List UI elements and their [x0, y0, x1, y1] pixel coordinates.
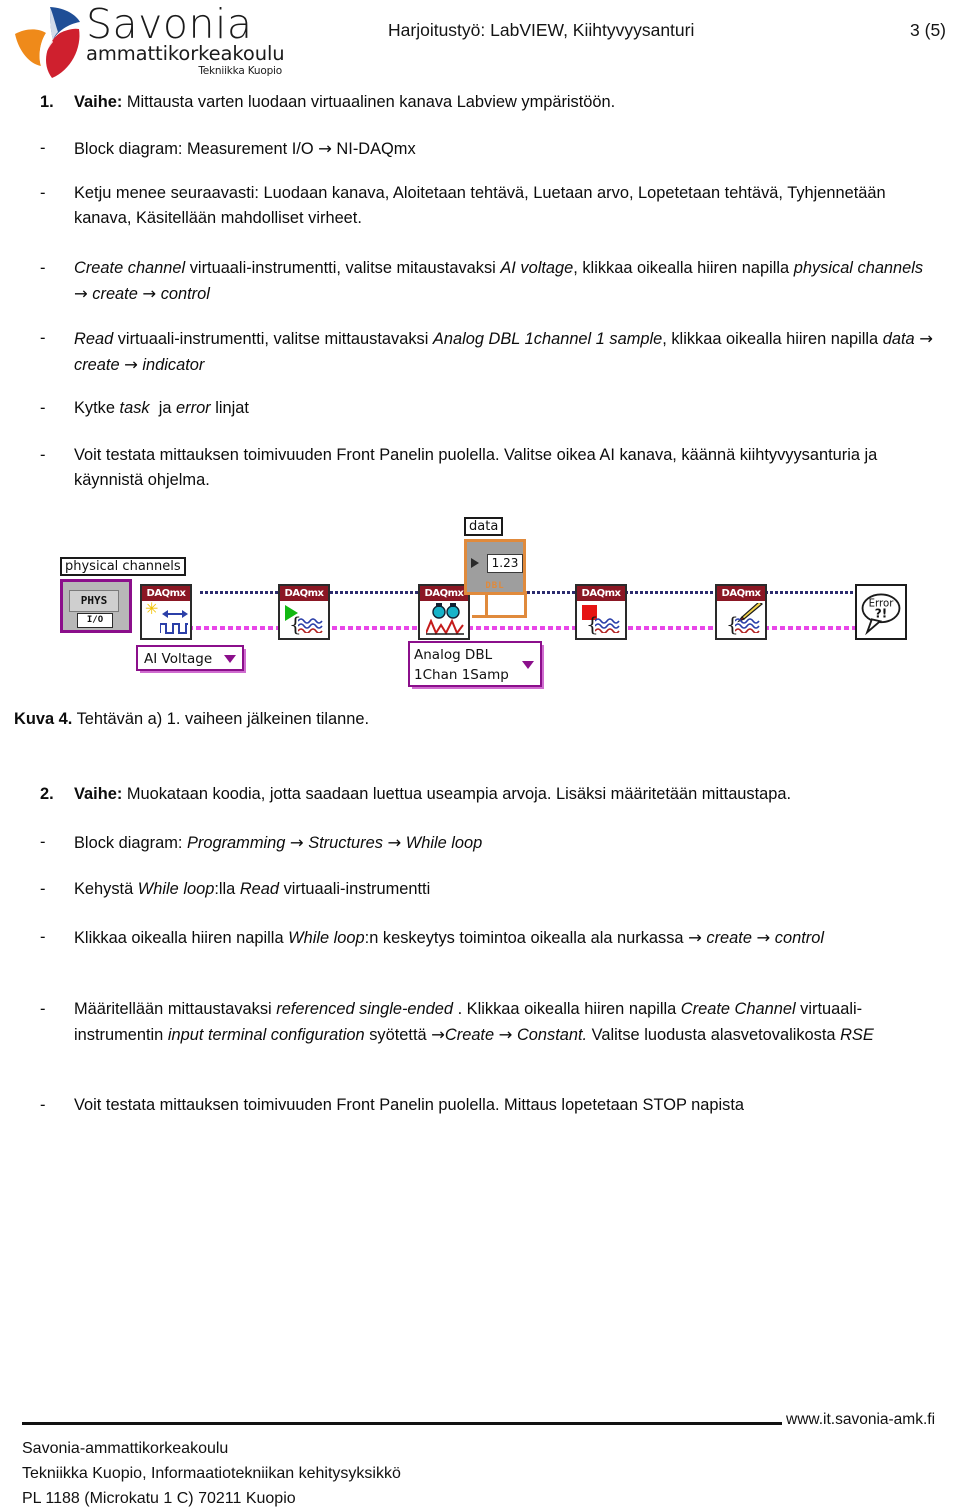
figure-caption-label: Kuva 4. — [14, 710, 73, 728]
section-1-text: Mittausta varten luodaan virtuaalinen ka… — [122, 93, 616, 111]
daqmx-read-node[interactable]: DAQmx — [418, 584, 470, 640]
sine-wave-icon — [298, 618, 323, 633]
ai-voltage-enum[interactable]: AI Voltage — [136, 645, 244, 671]
page-header: Savonia ammattikorkeakoulu Tekniikka Kuo… — [0, 0, 960, 88]
physical-channels-control[interactable]: PHYS I/O — [60, 579, 132, 633]
page-number: 3 (5) — [910, 20, 946, 40]
logo-name: Savonia — [86, 0, 253, 48]
chevron-down-icon[interactable] — [522, 661, 534, 669]
bullet-1-5-text: Kytke task ja error linjat — [74, 399, 249, 417]
daqmx-clear-task-node[interactable]: DAQmx { — [715, 584, 767, 640]
data-label: data — [464, 517, 504, 536]
bullet-1-2-text: Ketju menee seuraavasti: Luodaan kanava,… — [74, 184, 886, 227]
data-wire — [472, 615, 527, 618]
section-2-text: Muokataan koodia, jotta saadaan luettua … — [122, 785, 792, 803]
document-title: Harjoitustyö: LabVIEW, Kiihtyvyysanturi — [388, 20, 695, 40]
daqmx-start-task-node[interactable]: DAQmx { — [278, 584, 330, 640]
bullet-2-5-text: Voit testata mittauksen toimivuuden Fron… — [74, 1096, 744, 1114]
bullet-1-1-text: Block diagram: Measurement I/O → NI-DAQm… — [74, 139, 416, 158]
error-wire — [148, 626, 888, 630]
double-arrow-icon — [162, 610, 188, 618]
square-wave-icon — [160, 623, 188, 634]
logo-subtitle: ammattikorkeakoulu — [86, 42, 285, 65]
bullet-dash-icon: - — [40, 139, 46, 157]
data-indicator[interactable]: 1.23 DBL — [464, 539, 526, 595]
figure-caption: Kuva 4. Tehtävän a) 1. vaiheen jälkeinen… — [14, 707, 369, 732]
sine-wave-icon — [735, 618, 760, 633]
bullet-2-1-text: Block diagram: Programming → Structures … — [74, 833, 483, 852]
bullet-1-3-text: Create channel virtuaali-instrumentti, v… — [74, 259, 924, 303]
bullet-2-2-text: Kehystä While loop:lla Read virtuaali-in… — [74, 880, 431, 898]
indicator-arrow-icon — [471, 558, 479, 568]
physical-channels-label: physical channels — [60, 557, 186, 576]
section-1-label: Vaihe: — [74, 93, 123, 111]
bullet-dash-icon: - — [40, 928, 46, 946]
bullet-2-4-text: Määritellään mittaustavaksi referenced s… — [74, 1000, 874, 1044]
error-handler-node[interactable]: Error ?! — [855, 584, 907, 640]
section-1-number: 1. — [40, 93, 54, 111]
waveform-icon — [426, 619, 464, 635]
figure-caption-text: Tehtävän a) 1. vaiheen jälkeinen tilanne… — [72, 710, 370, 728]
bullet-2-3-text: Klikkaa oikealla hiiren napilla While lo… — [74, 928, 824, 947]
daqmx-node-caption: DAQmx — [577, 586, 625, 601]
phys-terminal-value: PHYS — [69, 590, 119, 612]
chevron-down-icon[interactable] — [224, 655, 236, 663]
svg-text:?!: ?! — [875, 607, 887, 621]
binoculars-icon — [432, 603, 460, 619]
daqmx-node-caption: DAQmx — [420, 586, 468, 601]
bullet-dash-icon: - — [40, 1000, 46, 1018]
daqmx-node-caption: DAQmx — [280, 586, 328, 601]
footer-divider — [22, 1422, 782, 1425]
daqmx-node-caption: DAQmx — [717, 586, 765, 601]
analog-dbl-line-2: 1Chan 1Samp — [414, 667, 509, 683]
daqmx-node-caption: DAQmx — [142, 586, 190, 601]
phys-io-badge: I/O — [77, 613, 113, 628]
bullet-dash-icon: - — [40, 399, 46, 417]
sine-wave-icon — [595, 618, 620, 633]
data-indicator-type: DBL — [485, 581, 505, 591]
footer-url[interactable]: www.it.savonia-amk.fi — [786, 1411, 935, 1429]
daqmx-stop-task-node[interactable]: DAQmx { — [575, 584, 627, 640]
bullet-1-6-text: Voit testata mittauksen toimivuuden Fron… — [74, 446, 878, 489]
ai-voltage-label: AI Voltage — [144, 651, 213, 667]
analog-dbl-enum[interactable]: Analog DBL 1Chan 1Samp — [408, 641, 542, 687]
footer-address: Savonia-ammattikorkeakoulu Tekniikka Kuo… — [22, 1436, 401, 1511]
bullet-dash-icon: - — [40, 1096, 46, 1114]
data-wire — [485, 593, 488, 617]
footer-line-3: PL 1188 (Microkatu 1 C) 70211 Kuopio — [22, 1490, 296, 1507]
section-2-label: Vaihe: — [74, 785, 123, 803]
bullet-dash-icon: - — [40, 446, 46, 464]
bullet-dash-icon: - — [40, 880, 46, 898]
savonia-logo: Savonia ammattikorkeakoulu Tekniikka Kuo… — [8, 2, 328, 86]
savonia-logo-mark — [15, 7, 80, 79]
daqmx-create-channel-node[interactable]: DAQmx ✳ — [140, 584, 192, 640]
bullet-dash-icon: - — [40, 259, 46, 277]
data-indicator-value: 1.23 — [487, 554, 523, 573]
bullet-dash-icon: - — [40, 329, 46, 347]
footer-line-2: Tekniikka Kuopio, Informaatiotekniikan k… — [22, 1465, 401, 1482]
sparkle-icon: ✳ — [145, 601, 159, 618]
footer-line-1: Savonia-ammattikorkeakoulu — [22, 1440, 229, 1457]
bullet-dash-icon: - — [40, 833, 46, 851]
error-speech-bubble-icon: Error ?! — [861, 593, 901, 636]
logo-unit: Tekniikka Kuopio — [198, 65, 282, 77]
analog-dbl-line-1: Analog DBL — [414, 647, 493, 663]
section-2-number: 2. — [40, 785, 54, 803]
bullet-1-4-text: Read virtuaali-instrumentti, valitse mit… — [74, 329, 933, 374]
labview-block-diagram: physical channels PHYS I/O DAQmx ✳ AI Vo… — [40, 505, 920, 690]
bullet-dash-icon: - — [40, 184, 46, 202]
